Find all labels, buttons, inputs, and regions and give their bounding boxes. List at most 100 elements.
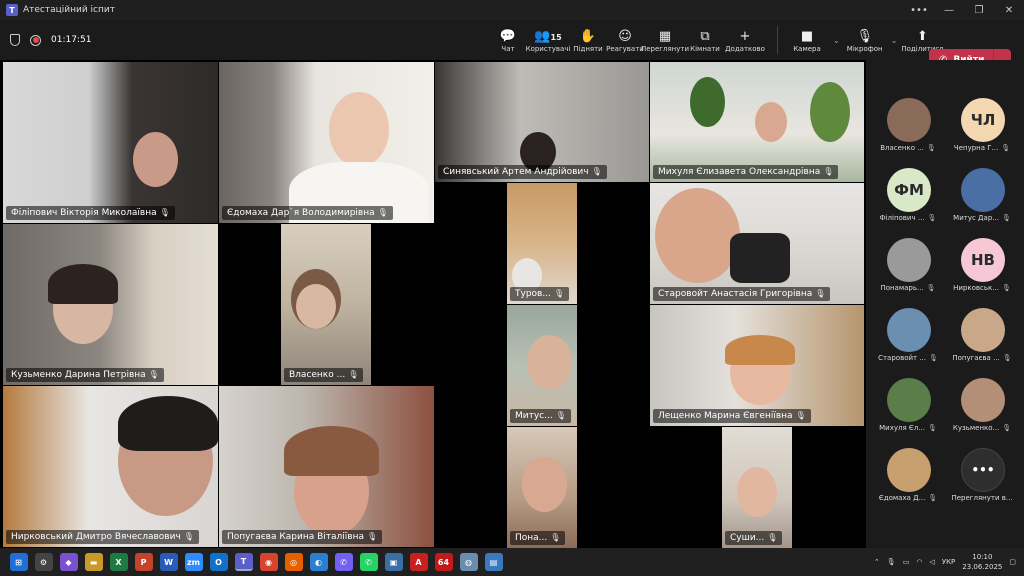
participant-video	[737, 467, 777, 517]
mic-icon: 🎙	[591, 167, 602, 176]
chat-button[interactable]: 💬 Чат	[492, 20, 524, 60]
microphone-icon[interactable]: 🎙	[887, 558, 896, 566]
video-tile[interactable]: Пона... 🎙	[507, 427, 577, 548]
participant-item[interactable]: ЧЛ Чепурна Г... 🎙	[944, 94, 1020, 162]
mic-icon: 🎙	[159, 208, 170, 217]
video-tile[interactable]: Попугаєва Карина Віталіївна 🎙	[219, 386, 434, 547]
participant-item[interactable]: ФМ Філіпович ... 🎙	[870, 164, 946, 232]
language-indicator[interactable]: УКР	[942, 558, 955, 566]
people-button[interactable]: 👥15 Користувачі	[526, 20, 571, 60]
chrome-icon[interactable]: ◉	[259, 553, 278, 571]
participant-item[interactable]: Кузьменко... 🎙	[944, 374, 1020, 442]
participant-video	[725, 335, 795, 365]
acrobat-icon[interactable]: A	[409, 553, 428, 571]
powerpoint-icon[interactable]: P	[134, 553, 153, 571]
hand-icon: ✋	[579, 28, 597, 44]
grid-icon: ▦	[658, 28, 672, 44]
word-icon[interactable]: W	[159, 553, 178, 571]
toolbar-divider	[777, 26, 778, 54]
video-tile[interactable]: Філіпович Вікторія Миколаївна 🎙	[3, 62, 218, 223]
participant-item[interactable]: Власенко ... 🎙	[870, 94, 946, 162]
more-icon: •••	[961, 448, 1005, 492]
participant-item[interactable]: НВ Нирковськ... 🎙	[944, 234, 1020, 302]
teams-icon[interactable]: T	[234, 553, 253, 571]
more-options-button[interactable]: •••	[904, 5, 934, 16]
video-tile[interactable]: Лещенко Марина Євгеніївна 🎙	[650, 305, 864, 426]
participant-item[interactable]: Старовойт ... 🎙	[870, 304, 946, 372]
microphone-button[interactable]: 🎙 Мікрофон	[844, 20, 886, 60]
shield-icon[interactable]	[10, 34, 20, 46]
video-tile[interactable]: Синявський Артем Андрійович 🎙	[435, 62, 649, 182]
system-tray: ⌃ 🎙 ▭ ◠ ◁ УКР 10:10 23.06.2025 ▢	[874, 548, 1024, 576]
more-button[interactable]: + Додатково	[725, 20, 765, 60]
file-explorer-icon[interactable]: ▬	[84, 553, 103, 571]
video-tile[interactable]: Нирковський Дмитро Вячеславович 🎙	[3, 386, 218, 547]
chevron-up-icon[interactable]: ⌃	[874, 558, 880, 566]
app-icon[interactable]: ◍	[459, 553, 478, 571]
video-tile[interactable]: Єдомаха Дар`я Володимирівна 🎙	[219, 62, 434, 223]
whatsapp-icon[interactable]: ✆	[359, 553, 378, 571]
react-button[interactable]: ☺ Реагувати	[606, 20, 644, 60]
participant-video	[284, 426, 379, 476]
notifications-icon[interactable]: ▢	[1009, 558, 1016, 566]
participant-item[interactable]: Михуля Єл... 🎙	[870, 374, 946, 442]
video-tile[interactable]: Митус... 🎙	[507, 305, 577, 426]
avatar	[887, 308, 931, 352]
participant-item[interactable]: Попугаєва ... 🎙	[944, 304, 1020, 372]
participant-video	[527, 335, 572, 390]
video-tile[interactable]: Михуля Єлизавета Олександрівна 🎙	[650, 62, 864, 182]
battery-icon[interactable]: ▭	[903, 558, 910, 566]
excel-icon[interactable]: X	[109, 553, 128, 571]
view-button[interactable]: ▦ Переглянути	[641, 20, 689, 60]
clock[interactable]: 10:10 23.06.2025	[962, 552, 1002, 572]
video-tile[interactable]: Кузьменко Дарина Петрівна 🎙	[3, 224, 218, 385]
video-tile[interactable]: Власенко ... 🎙	[281, 224, 371, 385]
copilot-icon[interactable]: ◆	[59, 553, 78, 571]
close-button[interactable]: ✕	[994, 5, 1024, 16]
avatar	[961, 168, 1005, 212]
participant-video	[329, 92, 389, 167]
participants-panel: Власенко ... 🎙 ЧЛ Чепурна Г... 🎙 ФМ Філіпо…	[866, 60, 1024, 548]
participant-video	[730, 233, 790, 283]
calculator-icon[interactable]: ▤	[484, 553, 503, 571]
view-all-participants-button[interactable]: ••• Переглянути в...	[944, 444, 1020, 512]
mic-off-icon: 🎙	[927, 214, 937, 222]
outlook-icon[interactable]: O	[209, 553, 228, 571]
mic-off-icon: 🎙	[926, 284, 936, 292]
start-icon[interactable]: ⊞	[9, 553, 28, 571]
mic-off-icon: 🎙	[926, 144, 936, 152]
avatar	[887, 98, 931, 142]
microphone-options-chevron-icon[interactable]: ⌄	[891, 36, 898, 45]
camera-options-chevron-icon[interactable]: ⌄	[833, 36, 840, 45]
mic-off-icon: 🎙	[1001, 144, 1011, 152]
camera-button[interactable]: ■ Камера	[786, 20, 828, 60]
participant-item[interactable]: Єдомаха Д... 🎙	[870, 444, 946, 512]
minimize-button[interactable]: —	[934, 5, 964, 16]
maximize-button[interactable]: ❐	[964, 5, 994, 16]
wifi-icon[interactable]: ◠	[916, 558, 922, 566]
mic-icon: 🎙	[767, 533, 778, 542]
participant-video	[522, 457, 567, 512]
raise-hand-button[interactable]: ✋ Підняти	[572, 20, 604, 60]
speaker-icon[interactable]: ◁	[929, 558, 934, 566]
app-icon[interactable]: ▣	[384, 553, 403, 571]
smiley-icon: ☺	[618, 28, 632, 44]
participant-item[interactable]: Понамарь... 🎙	[870, 234, 946, 302]
viber-icon[interactable]: ✆	[334, 553, 353, 571]
mic-icon: 🎙	[377, 208, 388, 217]
app-64-icon[interactable]: 64	[434, 553, 453, 571]
settings-icon[interactable]: ⚙	[34, 553, 53, 571]
participant-item[interactable]: Митус Дар... 🎙	[944, 164, 1020, 232]
zoom-icon[interactable]: zm	[184, 553, 203, 571]
video-tile[interactable]: Суши... 🎙	[722, 427, 792, 548]
mic-off-icon: 🎙	[1001, 214, 1011, 222]
teams-icon: T	[6, 4, 18, 16]
video-tile[interactable]: Туров... 🎙	[507, 183, 577, 304]
mic-off-icon: 🎙	[929, 354, 938, 362]
taskbar-apps: ⊞ ⚙ ◆ ▬ X P W zm O T ◉ ◎ ◐ ✆ ✆ ▣ A 64 ◍ …	[0, 553, 506, 571]
video-tile[interactable]: Старовойт Анастасія Григорівна 🎙	[650, 183, 864, 304]
edge-icon[interactable]: ◐	[309, 553, 328, 571]
firefox-icon[interactable]: ◎	[284, 553, 303, 571]
plus-icon: +	[739, 28, 751, 44]
rooms-button[interactable]: ⧉ Кімнати	[689, 20, 721, 60]
